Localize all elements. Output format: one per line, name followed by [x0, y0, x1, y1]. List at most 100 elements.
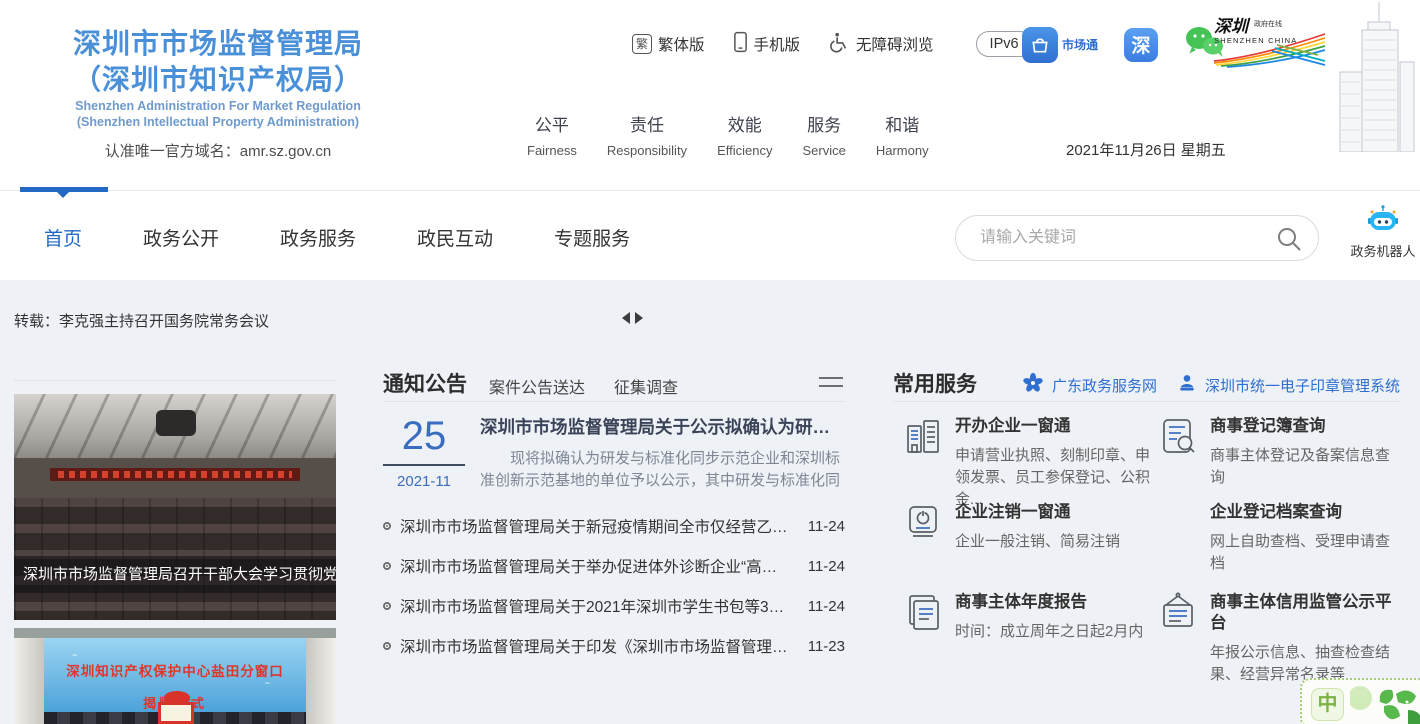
service-text: 商事主体信用监管公示平台 年报公示信息、抽查检查结果、经营异常名录等: [1210, 590, 1396, 686]
shenzhen-china-logo[interactable]: 深圳 政府在线 SHENZHEN CHINA: [1214, 15, 1326, 74]
ishenzhen-app-icon[interactable]: 深: [1124, 28, 1158, 62]
service-text: 开办企业一窗通 申请营业执照、刻制印章、申领发票、员工参保登记、公积金...: [955, 414, 1159, 511]
utility-bar: 繁 繁体版 手机版 无障碍浏览 IPv6: [632, 30, 1033, 58]
value-cn: 效能: [717, 111, 772, 136]
featured-title[interactable]: 深圳市市场监督管理局关于公示拟确认为研发与标...: [480, 414, 845, 439]
carousel-slide-meeting[interactable]: 深圳市市场监督管理局召开干部大会学习贯彻党的十...: [14, 394, 336, 620]
ticker-next-icon[interactable]: [635, 312, 643, 324]
mobile-phone-icon: [733, 31, 748, 58]
hanging-board-icon: [1156, 590, 1200, 634]
site-logo[interactable]: 深圳市市场监督管理局 （深圳市知识产权局） Shenzhen Administr…: [30, 26, 406, 161]
notices-more-icon[interactable]: [819, 377, 843, 393]
value-service: 服务 Service: [802, 111, 845, 158]
notice-row[interactable]: 深圳市市场监督管理局关于2021年深圳市学生书包等3类产... 11-24: [383, 586, 845, 626]
featured-date-divider: [383, 464, 465, 466]
nav-item-gov-disclosure[interactable]: 政务公开: [143, 224, 219, 251]
service-annual-report[interactable]: 商事主体年度报告 时间：成立周年之日起2月内: [901, 590, 1159, 643]
notice-date: 11-24: [808, 558, 845, 575]
notice-title[interactable]: 深圳市市场监督管理局关于2021年深圳市学生书包等3类产...: [400, 595, 808, 617]
featured-notice[interactable]: 25 2021-11 深圳市市场监督管理局关于公示拟确认为研发与标... 现将拟…: [383, 414, 845, 498]
building-doc-icon: [901, 414, 945, 458]
accessibility-link[interactable]: 无障碍浏览: [828, 31, 934, 58]
notice-row[interactable]: 深圳市市场监督管理局关于新冠疫情期间全市仅经营乙类非... 11-24: [383, 506, 845, 546]
eseal-system-label: 深圳市统一电子印章管理系统: [1205, 375, 1400, 396]
notice-row[interactable]: 深圳市市场监督管理局关于印发《深圳市市场监督管理局商... 11-23: [383, 626, 845, 666]
value-en: Fairness: [527, 143, 577, 158]
service-title[interactable]: 企业注销一窗通: [955, 500, 1120, 523]
value-en: Responsibility: [607, 143, 687, 158]
service-desc: 网上自助查档、受理申请查档: [1210, 531, 1396, 575]
gov-robot-button[interactable]: 政务机器人: [1350, 205, 1416, 260]
service-deregistration[interactable]: 企业注销一窗通 企业一般注销、简易注销: [901, 500, 1159, 553]
nav-item-gov-services[interactable]: 政务服务: [280, 224, 356, 251]
carousel-slide-ceremony[interactable]: ~ ~ 深圳知识产权保护中心盐田分窗口 揭牌仪式: [14, 628, 336, 724]
service-title[interactable]: 商事主体年度报告: [955, 590, 1143, 613]
news-ticker[interactable]: 转载：李克强主持召开国务院常务会议: [14, 310, 269, 331]
notice-row[interactable]: 深圳市市场监督管理局关于举办促进体外诊断企业“高质量... 11-24: [383, 546, 845, 586]
service-desc: 企业一般注销、简易注销: [955, 531, 1120, 553]
szlogo-cn-small: 政府在线: [1254, 19, 1282, 28]
ticker-prev-icon[interactable]: [622, 312, 630, 324]
value-cn: 公平: [527, 111, 577, 136]
nav-item-home[interactable]: 首页: [44, 224, 82, 251]
value-cn: 责任: [607, 111, 687, 136]
mobile-version-label: 手机版: [754, 33, 801, 55]
service-text: 企业注销一窗通 企业一般注销、简易注销: [955, 500, 1120, 553]
widget-glyph: 中: [1311, 688, 1344, 721]
market-app-link[interactable]: 市场通: [1022, 27, 1098, 63]
traditional-chinese-link[interactable]: 繁 繁体版: [632, 33, 705, 55]
empty-icon-slot: [1156, 500, 1200, 544]
notice-title[interactable]: 深圳市市场监督管理局关于印发《深圳市市场监督管理局商...: [400, 635, 808, 657]
guangdong-gov-label: 广东政务服务网: [1052, 375, 1157, 396]
building-illustration: [1316, 0, 1418, 157]
notices-title[interactable]: 通知公告: [383, 368, 467, 398]
nav-item-special-topics[interactable]: 专题服务: [554, 224, 630, 251]
photo2-ceiling: [14, 628, 336, 638]
service-title[interactable]: 商事登记簿查询: [1210, 414, 1396, 437]
service-registry-search[interactable]: 商事登记簿查询 商事主体登记及备案信息查询: [1156, 414, 1396, 489]
service-title[interactable]: 企业登记档案查询: [1210, 500, 1396, 523]
nav-item-interaction[interactable]: 政民互动: [417, 224, 493, 251]
site-subtitle-en-line1: Shenzhen Administration For Market Regul…: [30, 98, 406, 114]
notice-date: 11-24: [808, 518, 845, 535]
search-icon[interactable]: [1276, 226, 1302, 257]
flower-icon: [1022, 372, 1044, 398]
notices-tabs: 案件公告送达 征集调查: [489, 374, 678, 398]
value-en: Harmony: [876, 143, 929, 158]
notice-title[interactable]: 深圳市市场监督管理局关于新冠疫情期间全市仅经营乙类非...: [400, 515, 808, 537]
service-archive-search[interactable]: 企业登记档案查询 网上自助查档、受理申请查档: [1156, 500, 1396, 575]
guangdong-gov-link[interactable]: 广东政务服务网: [1022, 372, 1157, 398]
section-divider: [383, 401, 845, 402]
floating-widget[interactable]: 中: [1300, 678, 1420, 724]
search-input[interactable]: [980, 217, 1250, 259]
service-title[interactable]: 开办企业一窗通: [955, 414, 1159, 437]
value-cn: 服务: [802, 111, 845, 136]
tab-case-announcements[interactable]: 案件公告送达: [489, 374, 585, 398]
service-title[interactable]: 商事主体信用监管公示平台: [1210, 590, 1396, 634]
content-area: 转载：李克强主持召开国务院常务会议 深圳市市场监督管理局召开干部大会学习贯彻党的…: [0, 280, 1420, 724]
clover-leaves-icon: [1350, 680, 1420, 724]
mobile-version-link[interactable]: 手机版: [733, 31, 801, 58]
notice-title[interactable]: 深圳市市场监督管理局关于举办促进体外诊断企业“高质量...: [400, 555, 808, 577]
notice-list: 深圳市市场监督管理局关于新冠疫情期间全市仅经营乙类非... 11-24 深圳市市…: [383, 506, 845, 666]
services-links: 广东政务服务网 深圳市统一电子印章管理系统: [1022, 372, 1400, 398]
bullet-icon: [383, 602, 391, 610]
service-open-business[interactable]: 开办企业一窗通 申请营业执照、刻制印章、申领发票、员工参保登记、公积金...: [901, 414, 1159, 511]
app-icons: 市场通 深: [1022, 26, 1224, 63]
service-desc: 商事主体登记及备案信息查询: [1210, 445, 1396, 489]
robot-label: 政务机器人: [1350, 241, 1416, 260]
market-app-icon: [1022, 27, 1058, 63]
service-credit-platform[interactable]: 商事主体信用监管公示平台 年报公示信息、抽查检查结果、经营异常名录等: [1156, 590, 1396, 686]
bullet-icon: [383, 522, 391, 530]
nav-items: 首页 政务公开 政务服务 政民互动 专题服务: [44, 224, 630, 251]
eseal-system-link[interactable]: 深圳市统一电子印章管理系统: [1177, 372, 1400, 398]
market-app-label: 市场通: [1062, 36, 1098, 53]
tab-surveys[interactable]: 征集调查: [614, 374, 678, 398]
bullet-icon: [383, 642, 391, 650]
search-box: [955, 215, 1319, 261]
carousel-caption: 深圳市市场监督管理局召开干部大会学习贯彻党的十...: [14, 556, 336, 593]
value-responsibility: 责任 Responsibility: [607, 111, 687, 158]
value-en: Service: [802, 143, 845, 158]
featured-day: 25: [383, 415, 465, 457]
service-desc: 时间：成立周年之日起2月内: [955, 621, 1143, 643]
